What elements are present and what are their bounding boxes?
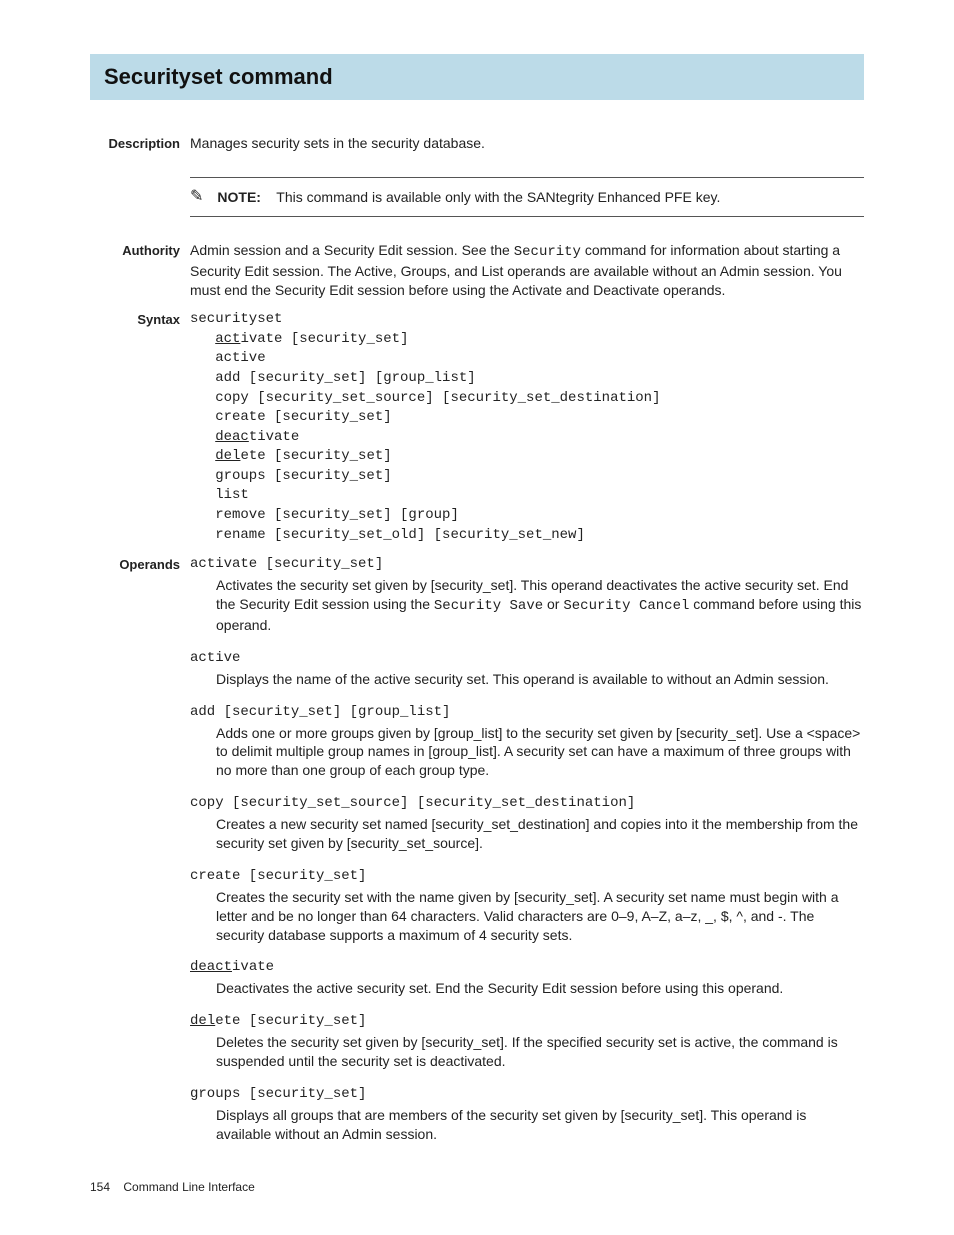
text-description: Manages security sets in the security da… xyxy=(190,134,864,153)
page-title: Securityset command xyxy=(104,62,850,92)
authority-pre: Admin session and a Security Edit sessio… xyxy=(190,242,514,258)
label-authority: Authority xyxy=(90,241,190,300)
operand-head: add [security_set] [group_list] xyxy=(190,703,864,722)
operand-head: deactivate xyxy=(190,958,864,977)
operand-head: activate [security_set] xyxy=(190,555,864,574)
operand-entry: add [security_set] [group_list] Adds one … xyxy=(190,703,864,781)
label-syntax: Syntax xyxy=(90,310,190,545)
page: Securityset command Description Manages … xyxy=(0,0,954,1235)
operand-body: Creates the security set with the name g… xyxy=(190,888,864,945)
operand-entry: copy [security_set_source] [security_set… xyxy=(190,794,864,853)
note-box: ✎ NOTE: This command is available only w… xyxy=(190,177,864,218)
operand-entry: create [security_set] Creates the securit… xyxy=(190,867,864,945)
operand-entry: deactivate Deactivates the active securit… xyxy=(190,958,864,998)
authority-code: Security xyxy=(514,244,581,260)
section-authority: Authority Admin session and a Security E… xyxy=(90,241,864,300)
operand-head: create [security_set] xyxy=(190,867,864,886)
operands-body: activate [security_set] Activates the sec… xyxy=(190,555,864,1157)
operand-head: groups [security_set] xyxy=(190,1085,864,1104)
note-content: NOTE: This command is available only wit… xyxy=(217,188,720,207)
note-prefix: NOTE: xyxy=(217,189,261,205)
operand-body: Creates a new security set named [securi… xyxy=(190,815,864,853)
section-operands: Operands activate [security_set] Activate… xyxy=(90,555,864,1157)
note-text: This command is available only with the … xyxy=(276,189,720,205)
label-description: Description xyxy=(90,134,190,153)
title-band: Securityset command xyxy=(90,54,864,100)
operand-body: Deactivates the active security set. End… xyxy=(190,979,864,998)
operand-entry: groups [security_set] Displays all groups… xyxy=(190,1085,864,1144)
operand-body: Adds one or more groups given by [group_… xyxy=(190,724,864,781)
operand-body: Activates the security set given by [sec… xyxy=(190,576,864,635)
note-icon: ✎ xyxy=(190,188,203,205)
label-operands: Operands xyxy=(90,555,190,1157)
footer-title: Command Line Interface xyxy=(123,1180,254,1194)
operand-body: Displays all groups that are members of … xyxy=(190,1106,864,1144)
operand-head: copy [security_set_source] [security_set… xyxy=(190,794,864,813)
operand-head: active xyxy=(190,649,864,668)
operand-body: Deletes the security set given by [secur… xyxy=(190,1033,864,1071)
syntax-block: securityset activate [security_set] acti… xyxy=(190,310,864,545)
operand-body: Displays the name of the active security… xyxy=(190,670,864,689)
operand-entry: delete [security_set] Deletes the securit… xyxy=(190,1012,864,1071)
operand-entry: active Displays the name of the active se… xyxy=(190,649,864,689)
section-description: Description Manages security sets in the… xyxy=(90,134,864,153)
operand-entry: activate [security_set] Activates the sec… xyxy=(190,555,864,635)
page-number: 154 xyxy=(90,1180,110,1194)
page-footer: 154 Command Line Interface xyxy=(90,1179,255,1195)
syntax-body: securityset activate [security_set] acti… xyxy=(190,310,864,545)
text-authority: Admin session and a Security Edit sessio… xyxy=(190,241,864,300)
section-syntax: Syntax securityset activate [security_se… xyxy=(90,310,864,545)
operand-head: delete [security_set] xyxy=(190,1012,864,1031)
